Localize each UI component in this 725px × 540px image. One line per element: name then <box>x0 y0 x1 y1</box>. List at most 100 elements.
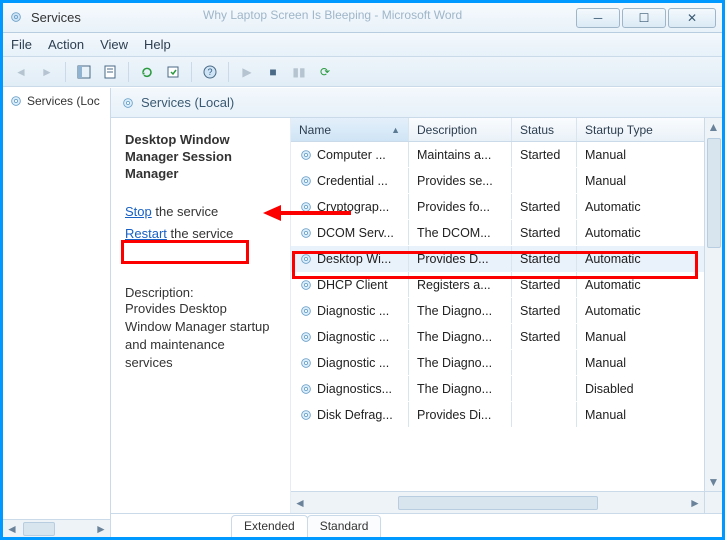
tab-extended[interactable]: Extended <box>231 515 308 537</box>
restart-service-line: Restart the service <box>125 223 276 245</box>
cell-status: Started <box>512 246 577 271</box>
cell-description: Provides fo... <box>409 194 512 219</box>
cell-description: Provides D... <box>409 246 512 271</box>
column-description[interactable]: Description <box>409 118 512 141</box>
menu-file[interactable]: File <box>11 37 32 52</box>
menu-view[interactable]: View <box>100 37 128 52</box>
cell-startup: Automatic <box>577 272 722 297</box>
nav-back-button[interactable]: ◄ <box>9 60 33 84</box>
scroll-right-icon[interactable]: ► <box>92 521 110 537</box>
stop-service-link[interactable]: Stop <box>125 204 152 219</box>
cell-name: Computer ... <box>291 142 409 167</box>
service-row[interactable]: Diagnostics...The Diagno...Disabled <box>291 376 722 402</box>
scroll-left-icon[interactable]: ◄ <box>291 492 309 513</box>
stop-suffix: the service <box>152 204 218 219</box>
service-row[interactable]: DCOM Serv...The DCOM...StartedAutomatic <box>291 220 722 246</box>
close-button[interactable]: ✕ <box>668 8 716 28</box>
cell-description: The Diagno... <box>409 298 512 323</box>
services-window: Services Why Laptop Screen Is Bleeping -… <box>0 0 725 540</box>
cell-name: DCOM Serv... <box>291 220 409 245</box>
description-label: Description: <box>125 285 276 300</box>
tab-standard[interactable]: Standard <box>307 515 382 537</box>
cell-status: Started <box>512 194 577 219</box>
help-button[interactable]: ? <box>198 60 222 84</box>
tree-root-services[interactable]: Services (Loc <box>3 88 110 114</box>
cell-name: Desktop Wi... <box>291 246 409 271</box>
gear-icon <box>121 96 135 110</box>
service-row[interactable]: Computer ...Maintains a...StartedManual <box>291 142 722 168</box>
service-row[interactable]: Desktop Wi...Provides D...StartedAutomat… <box>291 246 722 272</box>
cell-status <box>512 168 577 193</box>
background-window-hint: Why Laptop Screen Is Bleeping - Microsof… <box>203 8 462 22</box>
cell-name: DHCP Client <box>291 272 409 297</box>
cell-status: Started <box>512 272 577 297</box>
cell-description: The Diagno... <box>409 376 512 401</box>
column-status[interactable]: Status <box>512 118 577 141</box>
show-hide-tree-button[interactable] <box>72 60 96 84</box>
tree-horizontal-scrollbar[interactable]: ◄ ► <box>3 519 110 537</box>
menu-help[interactable]: Help <box>144 37 171 52</box>
cell-status: Started <box>512 220 577 245</box>
services-panel: Services (Local) Desktop Window Manager … <box>111 88 722 537</box>
menu-action[interactable]: Action <box>48 37 84 52</box>
cell-startup: Manual <box>577 350 722 375</box>
cell-startup: Manual <box>577 142 722 167</box>
description-text: Provides Desktop Window Manager startup … <box>125 300 276 373</box>
scroll-thumb[interactable] <box>23 522 55 536</box>
list-vertical-scrollbar[interactable]: ▲ ▼ <box>704 118 722 491</box>
start-service-button[interactable]: ▶ <box>235 60 259 84</box>
refresh-button[interactable] <box>135 60 159 84</box>
scroll-right-icon[interactable]: ► <box>686 492 704 513</box>
scroll-left-icon[interactable]: ◄ <box>3 521 21 537</box>
scroll-thumb[interactable] <box>707 138 721 248</box>
scroll-down-icon[interactable]: ▼ <box>705 473 722 491</box>
list-header: Name▲ Description Status Startup Type <box>291 118 722 142</box>
service-details-pane: Desktop Window Manager Session Manager S… <box>111 118 291 513</box>
pause-service-button[interactable]: ▮▮ <box>287 60 311 84</box>
restart-service-button[interactable]: ⟳ <box>313 60 337 84</box>
gear-icon <box>299 356 313 370</box>
service-row[interactable]: Diagnostic ...The Diagno...StartedManual <box>291 324 722 350</box>
properties-button[interactable] <box>98 60 122 84</box>
gear-icon <box>299 330 313 344</box>
cell-description: The Diagno... <box>409 350 512 375</box>
column-startup-type[interactable]: Startup Type <box>577 118 722 141</box>
service-row[interactable]: Diagnostic ...The Diagno...StartedAutoma… <box>291 298 722 324</box>
gear-icon <box>299 252 313 266</box>
content-area: Services (Loc ◄ ► Services (Local) Deskt… <box>3 87 722 537</box>
gear-icon <box>299 226 313 240</box>
maximize-button[interactable]: ☐ <box>622 8 666 28</box>
selected-service-name: Desktop Window Manager Session Manager <box>125 132 276 183</box>
cell-description: Provides se... <box>409 168 512 193</box>
restart-service-link[interactable]: Restart <box>125 226 167 241</box>
cell-status <box>512 350 577 375</box>
service-row[interactable]: Disk Defrag...Provides Di...Manual <box>291 402 722 428</box>
gear-icon <box>9 94 23 108</box>
cell-description: Registers a... <box>409 272 512 297</box>
scroll-thumb[interactable] <box>398 496 598 510</box>
export-list-button[interactable] <box>161 60 185 84</box>
cell-status: Started <box>512 142 577 167</box>
list-horizontal-scrollbar[interactable]: ◄ ► <box>291 491 704 513</box>
toolbar: ◄ ► ? ▶ ■ ▮▮ ⟳ <box>3 57 722 87</box>
service-row[interactable]: Credential ...Provides se... Manual <box>291 168 722 194</box>
service-row[interactable]: DHCP ClientRegisters a...StartedAutomati… <box>291 272 722 298</box>
nav-forward-button[interactable]: ► <box>35 60 59 84</box>
scroll-up-icon[interactable]: ▲ <box>705 118 722 136</box>
cell-name: Diagnostic ... <box>291 350 409 375</box>
service-row[interactable]: Diagnostic ...The Diagno... Manual <box>291 350 722 376</box>
cell-startup: Manual <box>577 168 722 193</box>
restart-suffix: the service <box>167 226 233 241</box>
tree-panel: Services (Loc ◄ ► <box>3 88 111 537</box>
service-row[interactable]: Cryptograp...Provides fo...StartedAutoma… <box>291 194 722 220</box>
cell-name: Cryptograp... <box>291 194 409 219</box>
cell-startup: Automatic <box>577 194 722 219</box>
toolbar-separator <box>65 62 66 82</box>
column-name[interactable]: Name▲ <box>291 118 409 141</box>
cell-name: Diagnostic ... <box>291 324 409 349</box>
cell-name: Diagnostic ... <box>291 298 409 323</box>
minimize-button[interactable]: ─ <box>576 8 620 28</box>
cell-name: Credential ... <box>291 168 409 193</box>
stop-service-button[interactable]: ■ <box>261 60 285 84</box>
gear-icon <box>299 174 313 188</box>
